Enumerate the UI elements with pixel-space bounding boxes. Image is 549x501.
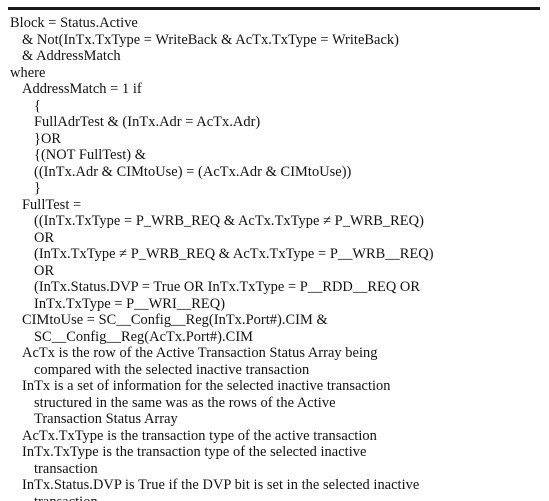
code-line: InTx.TxType = P__WRI__REQ): [34, 295, 226, 312]
code-line: structured in the same was as the rows o…: [34, 394, 336, 411]
code-line: FullTest =: [22, 196, 82, 213]
code-line: (InTx.Status.DVP = True OR InTx.TxType =…: [34, 279, 421, 295]
code-line: }OR: [34, 130, 62, 147]
code-line: OR: [34, 262, 55, 279]
code-line: & Not(InTx.TxType = WriteBack & AcTx.TxT…: [22, 31, 399, 48]
code-line: CIMtoUse = SC__Config__Reg(InTx.Port#).C…: [22, 312, 328, 328]
code-line: InTx.Status.DVP is True if the DVP bit i…: [22, 477, 420, 493]
code-line: FullAdrTest & (InTx.Adr = AcTx.Adr): [34, 114, 261, 130]
code-line: }: [34, 180, 41, 196]
code-line: InTx.TxType is the transaction type of t…: [22, 444, 367, 460]
code-line: where: [10, 64, 46, 81]
code-line: OR: [34, 229, 55, 246]
code-line: AcTx.TxType is the transaction type of t…: [22, 427, 377, 444]
document-page: Block = Status.Active & Not(InTx.TxType =…: [0, 0, 549, 501]
pseudocode-block: Block = Status.Active & Not(InTx.TxType =…: [0, 15, 549, 501]
code-line: Transaction Status Array: [34, 411, 178, 427]
code-line: (InTx.TxType ≠ P_WRB_REQ & AcTx.TxType =…: [34, 246, 434, 262]
code-line: transaction: [0, 494, 549, 501]
code-line: AddressMatch = 1 if: [22, 81, 142, 97]
code-line: ((InTx.TxType = P_WRB_REQ & AcTx.TxType …: [34, 213, 424, 229]
code-line: compared with the selected inactive tran…: [34, 361, 310, 378]
header-divider-rule: [8, 7, 540, 10]
code-line: transaction: [34, 460, 98, 477]
code-line: AcTx is the row of the Active Transactio…: [22, 345, 378, 361]
code-line: {: [34, 97, 41, 114]
code-line: {(NOT FullTest) &: [34, 147, 147, 163]
code-line: Block = Status.Active: [10, 15, 138, 31]
code-line: & AddressMatch: [22, 48, 121, 64]
code-line: ((InTx.Adr & CIMtoUse) = (AcTx.Adr & CIM…: [34, 163, 352, 180]
code-line: InTx is a set of information for the sel…: [22, 378, 391, 394]
code-line: SC__Config__Reg(AcTx.Port#).CIM: [34, 328, 254, 345]
